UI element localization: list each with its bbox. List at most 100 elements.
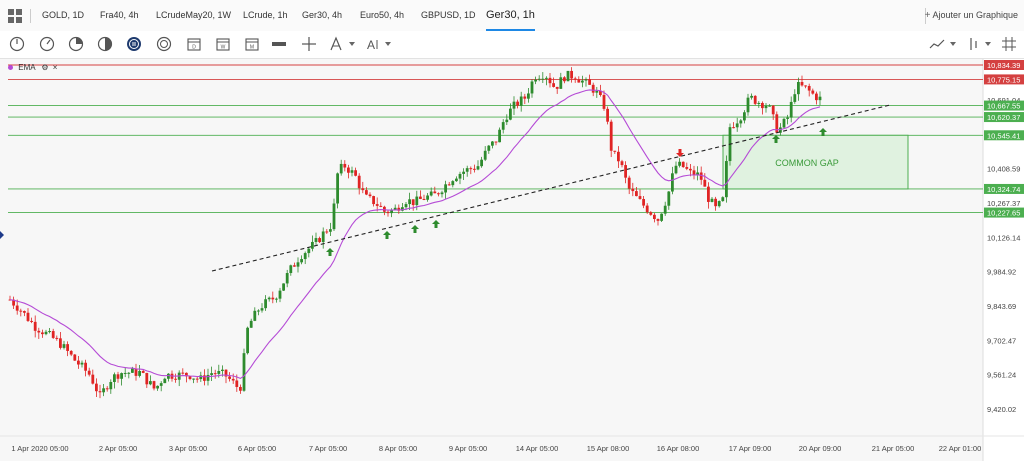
tab-ger30-1h[interactable]: Ger30, 1h <box>486 0 535 31</box>
candle[interactable] <box>26 312 30 321</box>
candle[interactable] <box>735 123 739 128</box>
candle[interactable] <box>167 373 170 379</box>
candle[interactable] <box>699 172 703 180</box>
clock-icon[interactable] <box>39 36 55 52</box>
candle[interactable] <box>797 81 800 95</box>
candle[interactable] <box>642 198 645 206</box>
candle[interactable] <box>217 370 221 374</box>
candle[interactable] <box>447 184 451 186</box>
candle[interactable] <box>818 96 822 101</box>
candle[interactable] <box>365 190 368 195</box>
candle[interactable] <box>631 188 635 192</box>
candle[interactable] <box>487 145 491 151</box>
price-chart[interactable]: COMMON GAP 10,408.59 10,267.37 10,126.14 9,9… <box>0 59 1024 461</box>
candle[interactable] <box>285 273 289 284</box>
candle[interactable] <box>458 173 462 179</box>
candle[interactable] <box>566 70 570 82</box>
settings-icon[interactable]: ⚙ <box>41 63 48 72</box>
half-circle-icon[interactable] <box>97 36 113 52</box>
candle[interactable] <box>595 90 599 93</box>
candle[interactable] <box>210 373 213 375</box>
candle[interactable] <box>91 374 95 384</box>
candle[interactable] <box>253 310 257 321</box>
candle[interactable] <box>375 204 379 206</box>
candle[interactable] <box>293 265 296 267</box>
candle[interactable] <box>469 168 473 170</box>
candle[interactable] <box>192 378 195 380</box>
bars-icon[interactable] <box>966 36 982 52</box>
candle[interactable] <box>246 327 249 354</box>
candle[interactable] <box>588 79 591 85</box>
candle[interactable] <box>249 320 253 328</box>
candle[interactable] <box>527 93 530 99</box>
candle[interactable] <box>761 102 764 109</box>
candle[interactable] <box>55 337 59 339</box>
candle[interactable] <box>523 96 527 99</box>
candle[interactable] <box>131 368 134 373</box>
candle[interactable] <box>138 370 141 376</box>
candle[interactable] <box>581 80 584 83</box>
candle[interactable] <box>516 101 519 106</box>
candle[interactable] <box>84 362 87 371</box>
crosshair-icon[interactable] <box>301 36 317 52</box>
candle[interactable] <box>41 332 44 335</box>
candle[interactable] <box>51 331 55 338</box>
candle[interactable] <box>411 199 415 206</box>
candle[interactable] <box>577 79 581 83</box>
candle[interactable] <box>624 165 627 178</box>
candle[interactable] <box>123 372 127 374</box>
candle[interactable] <box>343 163 347 168</box>
candle[interactable] <box>764 105 768 109</box>
candle[interactable] <box>264 299 267 309</box>
candle[interactable] <box>743 112 746 121</box>
candle[interactable] <box>505 119 509 123</box>
calendar-w-icon[interactable]: W <box>215 36 231 52</box>
candle[interactable] <box>307 248 311 254</box>
trendline-icon[interactable] <box>929 36 945 52</box>
candle[interactable] <box>681 161 685 168</box>
buy-signal-icon[interactable] <box>432 220 440 228</box>
candle[interactable] <box>181 372 185 374</box>
candle[interactable] <box>703 179 707 187</box>
candle[interactable] <box>23 311 26 313</box>
candle[interactable] <box>87 370 91 375</box>
candle[interactable] <box>537 78 541 80</box>
candle[interactable] <box>800 81 804 86</box>
candle[interactable] <box>408 199 411 205</box>
candle[interactable] <box>807 85 811 91</box>
candle[interactable] <box>732 127 735 129</box>
candle[interactable] <box>113 374 116 383</box>
candle[interactable] <box>815 93 818 101</box>
candle[interactable] <box>465 168 469 172</box>
candle[interactable] <box>231 378 235 381</box>
chart-area[interactable]: COMMON GAP 10,408.59 10,267.37 10,126.14 9,9… <box>0 59 1024 461</box>
candle[interactable] <box>573 78 577 80</box>
candle[interactable] <box>620 161 624 166</box>
candle[interactable] <box>663 205 667 214</box>
candle[interactable] <box>73 354 77 361</box>
candle[interactable] <box>19 310 23 312</box>
candle[interactable] <box>509 108 512 120</box>
candle[interactable] <box>645 205 649 213</box>
candle[interactable] <box>811 90 815 94</box>
tab-fra40[interactable]: Fra40, 4h <box>100 0 139 31</box>
candle[interactable] <box>152 381 156 389</box>
candle[interactable] <box>386 211 390 214</box>
candle[interactable] <box>163 378 167 384</box>
candle[interactable] <box>613 150 617 152</box>
candle[interactable] <box>80 362 84 365</box>
tab-ger30-4h[interactable]: Ger30, 4h <box>302 0 342 31</box>
candle[interactable] <box>771 105 775 115</box>
candle[interactable] <box>689 168 692 171</box>
candle[interactable] <box>239 386 242 391</box>
candle[interactable] <box>606 108 609 122</box>
candle[interactable] <box>757 102 761 104</box>
candle[interactable] <box>746 97 750 113</box>
add-chart-button[interactable]: + Ajouter un Graphique <box>925 0 1018 31</box>
candle[interactable] <box>415 196 419 206</box>
tab-lcrude-may20[interactable]: LCrudeMay20, 1W <box>156 0 231 31</box>
candle[interactable] <box>483 150 487 160</box>
ema-line[interactable] <box>9 89 821 380</box>
candle[interactable] <box>750 95 753 98</box>
candle[interactable] <box>793 94 797 102</box>
